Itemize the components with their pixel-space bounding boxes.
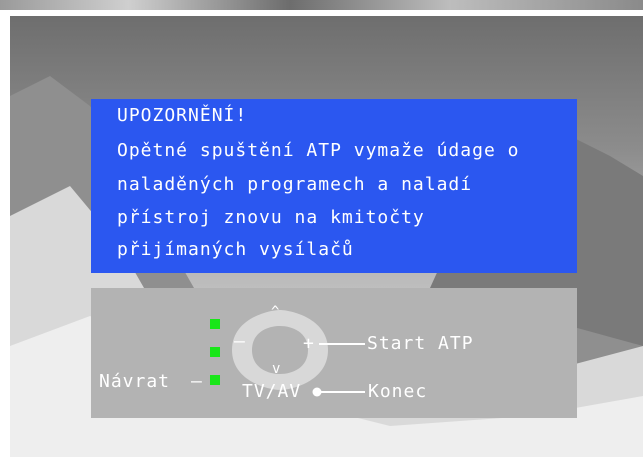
start-atp-label: Start ATP bbox=[367, 333, 474, 354]
end-connector-line bbox=[321, 391, 365, 393]
dpad-down-icon[interactable]: v bbox=[272, 361, 281, 377]
previous-frame-strip bbox=[0, 0, 643, 10]
warning-title: UPOZORNĚNÍ! bbox=[117, 105, 248, 126]
back-label: Návrat bbox=[99, 371, 171, 392]
warning-line-1: Opětné spuštění ATP vymaže údage o bbox=[117, 140, 520, 161]
green-led-icon bbox=[210, 375, 220, 385]
green-led-icon bbox=[210, 319, 220, 329]
tvav-label: TV/AV bbox=[242, 381, 302, 402]
dpad-plus-icon[interactable]: + bbox=[303, 333, 315, 354]
green-led-icon bbox=[210, 347, 220, 357]
dpad-minus-icon[interactable]: – bbox=[234, 331, 246, 352]
warning-line-4: přijímaných vysílačů bbox=[117, 239, 354, 260]
warning-line-3: přístroj znovu na kmitočty bbox=[117, 207, 425, 228]
dpad-up-icon[interactable]: ^ bbox=[271, 304, 280, 320]
tv-screen: UPOZORNĚNÍ! Opětné spuštění ATP vymaže ú… bbox=[0, 0, 643, 457]
controls-panel: Návrat – ^ v – + Start ATP TV/AV Konec bbox=[91, 288, 577, 418]
start-connector-line bbox=[319, 343, 365, 345]
back-dash: – bbox=[191, 371, 203, 392]
end-label: Konec bbox=[368, 381, 428, 402]
warning-line-2: naladěných programech a naladí bbox=[117, 174, 473, 195]
warning-dialog: UPOZORNĚNÍ! Opětné spuštění ATP vymaže ú… bbox=[91, 99, 577, 273]
